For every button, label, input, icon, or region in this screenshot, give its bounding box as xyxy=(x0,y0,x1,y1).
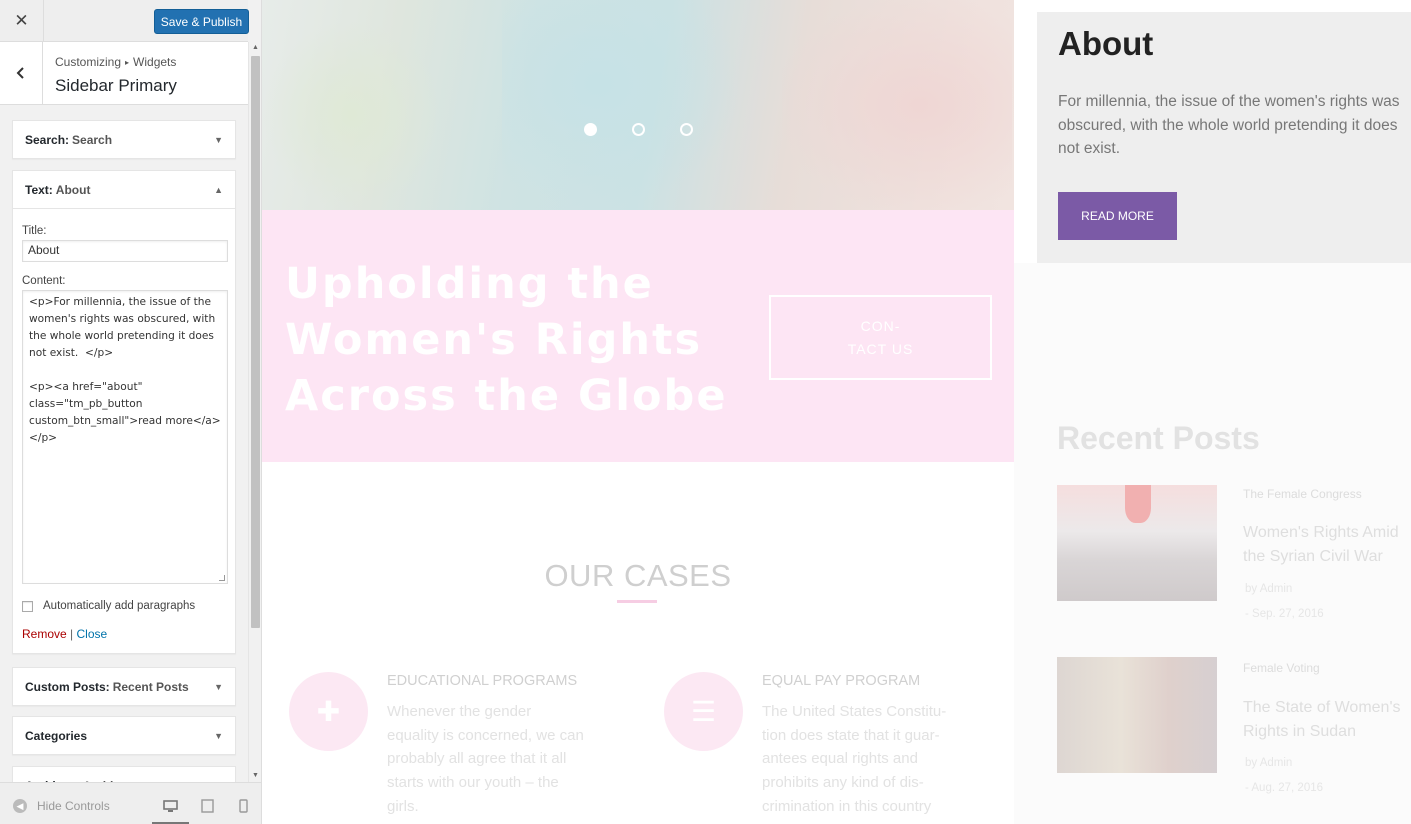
breadcrumb-separator: ▸ xyxy=(125,58,130,67)
widget-type: Custom Posts: xyxy=(25,679,110,694)
slider-dot-active[interactable] xyxy=(584,123,597,136)
breadcrumb-item: Widgets xyxy=(133,55,177,69)
hero-slider-image xyxy=(262,0,1014,210)
customizer-footer: ◀ Hide Controls xyxy=(0,782,261,824)
widget-type: Text: xyxy=(25,182,53,197)
about-text: For millennia, the issue of the women's … xyxy=(1058,93,1400,158)
widget-text-header[interactable]: Text: About ▲ xyxy=(13,171,235,208)
save-publish-button[interactable]: Save & Publish xyxy=(154,9,249,34)
resize-handle[interactable] xyxy=(219,575,225,581)
content-textarea[interactable]: <p>For millennia, the issue of the women… xyxy=(22,290,228,584)
contact-us-button[interactable]: CON-TACT US xyxy=(769,295,992,380)
title-input[interactable]: About xyxy=(22,240,228,262)
widget-name: Search xyxy=(72,132,113,147)
close-customizer-button[interactable]: ✕ xyxy=(0,0,44,42)
caret-down-icon[interactable]: ▼ xyxy=(214,135,223,145)
breadcrumb: Customizing ▸ Widgets xyxy=(55,55,176,69)
hide-controls-label: Hide Controls xyxy=(37,799,110,813)
post-title[interactable]: The State of Women's Rights in Sudan xyxy=(1243,696,1411,744)
chevron-left-icon xyxy=(16,67,24,79)
action-separator: | xyxy=(70,627,74,641)
recent-posts-heading: Recent Posts xyxy=(1057,420,1260,456)
widget-text-about: Text: About ▲ Title: About Content: <p>Fo… xyxy=(12,170,236,654)
post-category[interactable]: Female Voting xyxy=(1243,661,1320,675)
case-title[interactable]: EQUAL PAY PROGRAM xyxy=(762,673,920,689)
scroll-up-arrow-icon[interactable]: ▲ xyxy=(252,44,259,51)
desktop-icon[interactable] xyxy=(161,797,179,815)
banner: Upholding the Women's Rights Across the … xyxy=(262,210,1014,462)
widget-text-form: Title: About Content: <p>For millennia, … xyxy=(13,208,235,641)
widget-type: Categories xyxy=(25,728,88,743)
widget-actions: Remove | Close xyxy=(22,627,226,641)
post-author: by Admin xyxy=(1245,583,1293,595)
widget-name: About xyxy=(55,182,91,197)
post-author: by Admin xyxy=(1245,757,1293,769)
widget-custom-posts-header[interactable]: Custom Posts: Recent Posts ▼ xyxy=(13,668,235,705)
content-label: Content: xyxy=(22,275,66,287)
case-title[interactable]: EDUCATIONAL PROGRAMS xyxy=(387,673,577,689)
post-thumbnail[interactable] xyxy=(1057,657,1217,773)
case-text: The United States Constitu-tion does sta… xyxy=(762,703,947,815)
scroll-down-arrow-icon[interactable]: ▼ xyxy=(252,772,259,779)
title-label: Title: xyxy=(22,225,47,237)
controls-scrollbar[interactable]: ▲ ▼ xyxy=(248,42,261,782)
section-header: Customizing ▸ Widgets Sidebar Primary xyxy=(0,42,248,105)
post-title[interactable]: Women's Rights Amid the Syrian Civil War xyxy=(1243,521,1411,569)
widget-categories[interactable]: Categories ▼ xyxy=(12,716,236,755)
case-text: Whenever the gender equality is concerne… xyxy=(387,703,584,815)
widget-categories-header[interactable]: Categories ▼ xyxy=(13,717,235,754)
sidebar-about-widget: About For millennia, the issue of the wo… xyxy=(1037,12,1411,263)
widget-search[interactable]: Search: Search ▼ xyxy=(12,120,236,159)
read-more-button[interactable]: READ MORE xyxy=(1058,192,1177,240)
close-link[interactable]: Close xyxy=(77,627,108,641)
mobile-icon[interactable] xyxy=(234,797,252,815)
site-preview: Upholding the Women's Rights Across the … xyxy=(262,0,1411,824)
post-category[interactable]: The Female Congress xyxy=(1243,487,1362,501)
post-date: - Sep. 27, 2016 xyxy=(1245,608,1324,620)
close-icon: ✕ xyxy=(14,11,29,30)
auto-paragraphs-label: Automatically add paragraphs xyxy=(43,600,196,612)
slider-dot[interactable] xyxy=(680,123,693,136)
caret-up-icon[interactable]: ▲ xyxy=(214,185,223,195)
collapse-arrow-icon: ◀ xyxy=(13,799,27,813)
customizer-controls: ✕ Save & Publish Customizing ▸ Widgets Sid… xyxy=(0,0,262,824)
post-thumbnail[interactable] xyxy=(1057,485,1217,601)
post-date: - Aug. 27, 2016 xyxy=(1245,782,1324,794)
auto-paragraphs-row: Automatically add paragraphs xyxy=(22,600,226,612)
content-text: <p>For millennia, the issue of the women… xyxy=(29,296,221,444)
widget-search-header[interactable]: Search: Search ▼ xyxy=(13,121,235,158)
customizer-header: ✕ Save & Publish xyxy=(0,0,249,42)
puzzle-icon: ✚ xyxy=(289,672,368,751)
scrollbar-thumb[interactable] xyxy=(251,56,260,628)
back-button[interactable] xyxy=(0,42,43,104)
hide-controls-button[interactable]: ◀ Hide Controls xyxy=(13,799,110,813)
caret-down-icon[interactable]: ▼ xyxy=(214,731,223,741)
section-title: Sidebar Primary xyxy=(55,76,177,95)
widget-type: Search: xyxy=(25,132,70,147)
auto-paragraphs-checkbox[interactable] xyxy=(22,600,33,612)
breadcrumb-item: Customizing xyxy=(55,55,122,69)
list-icon: ☰ xyxy=(664,672,743,751)
cases-underline xyxy=(617,600,657,603)
widget-custom-posts[interactable]: Custom Posts: Recent Posts ▼ xyxy=(12,667,236,706)
about-title: About xyxy=(1058,25,1154,62)
remove-link[interactable]: Remove xyxy=(22,627,67,641)
slider-dot[interactable] xyxy=(632,123,645,136)
caret-down-icon[interactable]: ▼ xyxy=(214,682,223,692)
widget-name: Recent Posts xyxy=(112,679,189,694)
banner-title: Upholding the Women's Rights Across the … xyxy=(285,259,728,421)
cases-heading: OUR CASES xyxy=(544,558,732,593)
tablet-icon[interactable] xyxy=(198,797,216,815)
